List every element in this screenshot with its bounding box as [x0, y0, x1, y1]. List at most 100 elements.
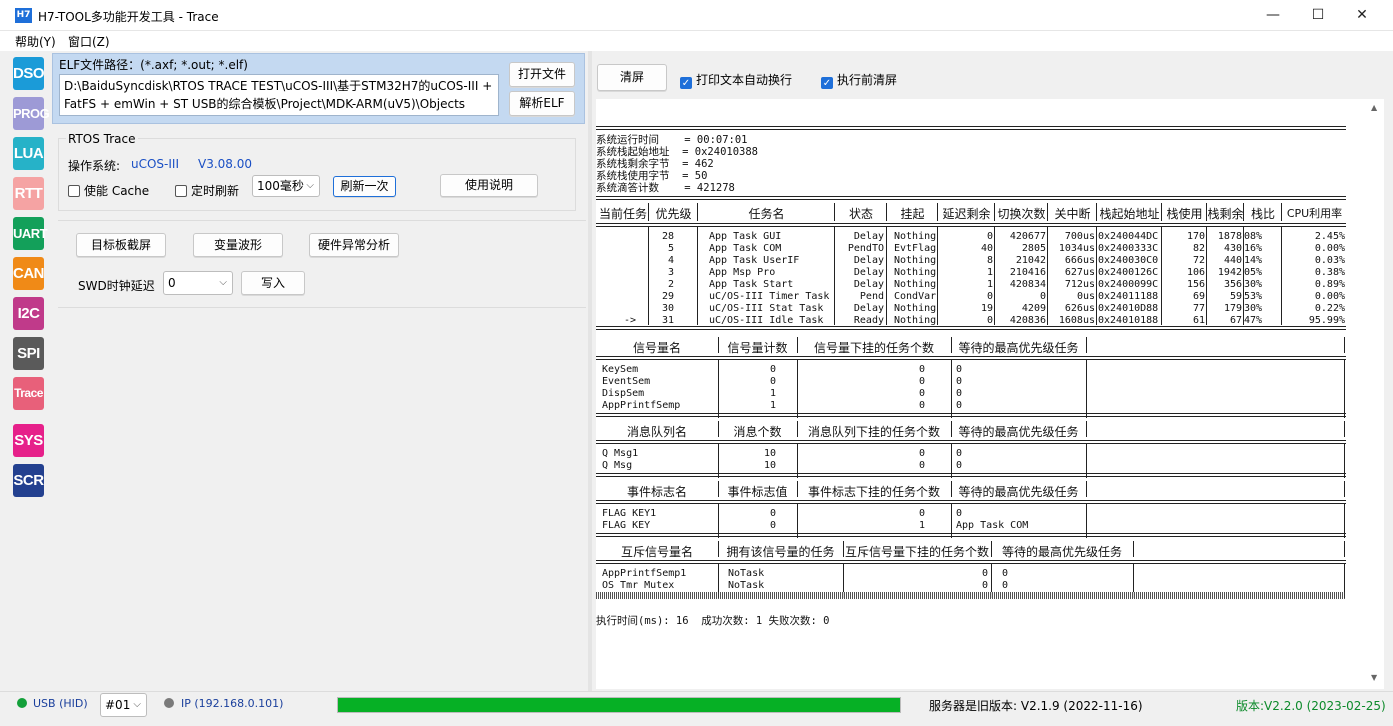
semaphore-tasks-cell: 0 — [918, 364, 925, 375]
app-window: H7 H7-TOOL多功能开发工具 - Trace — ☐ ✕ 帮助(Y) 窗口… — [0, 0, 1393, 726]
mutex-top-cell: 0 — [1002, 568, 1009, 579]
mutex-table-header: 互斥信号量名 — [620, 545, 693, 559]
splitter[interactable] — [588, 51, 592, 691]
chevron-down-icon: ⌵ — [306, 180, 314, 191]
trace-output[interactable]: 系统运行时间 = 00:07:01 系统栈起始地址 = 0x24010388 系统栈… — [596, 99, 1366, 689]
table-column-divider — [1086, 481, 1087, 497]
task-prio-cell: 4 — [667, 255, 674, 266]
task-pend-cell: Nothing — [894, 255, 937, 266]
target-screenshot-button[interactable]: 目标板截屏 — [76, 233, 166, 257]
table-column-divider — [1133, 541, 1134, 557]
task-stk-cell: 0x240044DC — [1098, 231, 1159, 242]
task-table-header: 任务名 — [748, 207, 785, 221]
task-ctx-cell: 4209 — [1021, 303, 1046, 314]
task-ctx-cell: 2805 — [1021, 243, 1046, 254]
mode-button-lua[interactable]: LUA — [13, 137, 44, 170]
task-name-cell: App Task UserIF — [709, 255, 800, 266]
task-pend-cell: Nothing — [894, 279, 937, 290]
interval-select[interactable]: 100毫秒 ⌵ — [252, 175, 320, 197]
parse-elf-button[interactable]: 解析ELF — [509, 91, 575, 116]
hardfault-analysis-button[interactable]: 硬件异常分析 — [309, 233, 399, 257]
mode-button-prog[interactable]: PROG — [13, 97, 50, 130]
close-button[interactable]: ✕ — [1339, 0, 1385, 31]
menu-window[interactable]: 窗口(Z) — [68, 33, 110, 50]
vertical-scrollbar[interactable]: ▲ ▼ — [1366, 99, 1384, 689]
task-state-cell: PendTO — [847, 243, 884, 254]
semaphore-top-cell: 0 — [956, 400, 963, 411]
task-used-cell: 72 — [1192, 255, 1205, 266]
table-column-divider — [1344, 421, 1345, 437]
scroll-up-icon[interactable]: ▲ — [1371, 103, 1377, 112]
elf-path-field[interactable]: D:\BaiduSyncdisk\RTOS TRACE TEST\uCOS-II… — [59, 74, 499, 116]
timer-refresh-checkbox[interactable]: 定时刷新 — [175, 182, 239, 199]
auto-wrap-checkbox[interactable]: ✓ 打印文本自动换行 — [680, 71, 792, 89]
task-free-cell: 1942 — [1217, 267, 1242, 278]
mode-button-dso[interactable]: DSO — [13, 57, 45, 90]
refresh-once-button[interactable]: 刷新一次 — [333, 176, 396, 197]
queue-table-row: Q Msg1 10 0 0 — [596, 448, 1346, 460]
mode-sidebar: DSO PROG LUA RTT UART CAN I2C SPI Trace SYS SCR — [0, 51, 50, 691]
table-column-divider — [1206, 203, 1207, 221]
mutex-name-cell: AppPrintfSemp1 — [602, 568, 687, 579]
table-column-divider — [1206, 227, 1207, 325]
task-pct-cell: 53% — [1244, 291, 1263, 302]
semaphore-table-header: 信号量下挂的任务个数 — [813, 341, 934, 355]
task-state-cell: Delay — [853, 255, 884, 266]
mode-button-rtt[interactable]: RTT — [13, 177, 44, 210]
elf-path-line2: FatFS + emWin + ST USB的综合模板\Project\MDK-… — [64, 97, 466, 111]
queue-table-header: 等待的最高优先级任务 — [958, 425, 1079, 439]
task-ctx-cell: 21042 — [1015, 255, 1046, 266]
mode-button-uart[interactable]: UART — [13, 217, 48, 250]
task-ctx-cell: 0 — [1039, 291, 1046, 302]
chevron-down-icon: ⌵ — [219, 277, 227, 288]
write-button[interactable]: 写入 — [241, 271, 305, 295]
mutex-table-row: AppPrintfSemp1 NoTask 0 0 — [596, 568, 1346, 580]
task-pend-cell: Nothing — [894, 303, 937, 314]
cache-checkbox[interactable]: 使能 Cache — [68, 182, 149, 199]
mutex-table-row: OS Tmr Mutex NoTask 0 0 — [596, 580, 1346, 592]
semaphore-table-header: 信号量名 — [632, 341, 681, 355]
menu-help[interactable]: 帮助(Y) — [15, 33, 56, 50]
mode-button-can[interactable]: CAN — [13, 257, 45, 290]
mode-button-sys[interactable]: SYS — [13, 424, 44, 457]
semaphore-count-cell: 1 — [769, 400, 776, 411]
minimize-button[interactable]: — — [1250, 0, 1296, 31]
swd-delay-label: SWD时钟延迟 — [78, 279, 155, 293]
task-prio-cell: 28 — [661, 231, 674, 242]
task-pct-cell: 30% — [1244, 279, 1263, 290]
table-column-divider — [937, 227, 938, 325]
task-table-row: 4 App Task UserIF Delay Nothing 8 21042 666us 0… — [596, 255, 1346, 267]
mode-button-i2c[interactable]: I2C — [13, 297, 44, 330]
checkbox-box — [68, 185, 80, 197]
task-dly-cell: 1 — [986, 279, 993, 290]
device-select[interactable]: #01 ⌵ — [100, 693, 147, 717]
task-table-row: 28 App Task GUI Delay Nothing 0 420677 700us 0x… — [596, 231, 1346, 243]
event-flag-table-header: 事件标志名 — [626, 485, 687, 499]
table-column-divider — [834, 203, 835, 221]
clear-before-run-checkbox[interactable]: ✓ 执行前清屏 — [821, 71, 897, 89]
maximize-button[interactable]: ☐ — [1295, 0, 1341, 31]
queue-count-cell: 10 — [763, 460, 776, 471]
mode-button-trace[interactable]: Trace — [13, 377, 44, 410]
semaphore-tasks-cell: 0 — [918, 376, 925, 387]
scroll-down-icon[interactable]: ▼ — [1371, 673, 1377, 682]
task-state-cell: Delay — [853, 267, 884, 278]
task-state-cell: Delay — [853, 231, 884, 242]
task-prio-cell: 3 — [667, 267, 674, 278]
swd-delay-select[interactable]: 0 ⌵ — [163, 271, 233, 295]
clear-screen-button[interactable]: 清屏 — [597, 64, 667, 91]
task-pct-cell: 05% — [1244, 267, 1263, 278]
table-column-divider — [797, 360, 798, 418]
separator-line — [596, 533, 1346, 534]
variable-waveform-button[interactable]: 变量波形 — [193, 233, 283, 257]
open-file-button[interactable]: 打开文件 — [509, 62, 575, 87]
mode-button-spi[interactable]: SPI — [13, 337, 44, 370]
separator-line — [596, 416, 1346, 417]
semaphore-count-cell: 1 — [769, 388, 776, 399]
task-ctx-cell: 420834 — [1009, 279, 1046, 290]
usage-help-button[interactable]: 使用说明 — [440, 174, 538, 197]
task-pend-cell: Nothing — [894, 267, 937, 278]
task-cs-cell: 626us — [1064, 303, 1095, 314]
mutex-tasks-cell: 0 — [981, 580, 988, 591]
mode-button-scr[interactable]: SCR — [13, 464, 44, 497]
